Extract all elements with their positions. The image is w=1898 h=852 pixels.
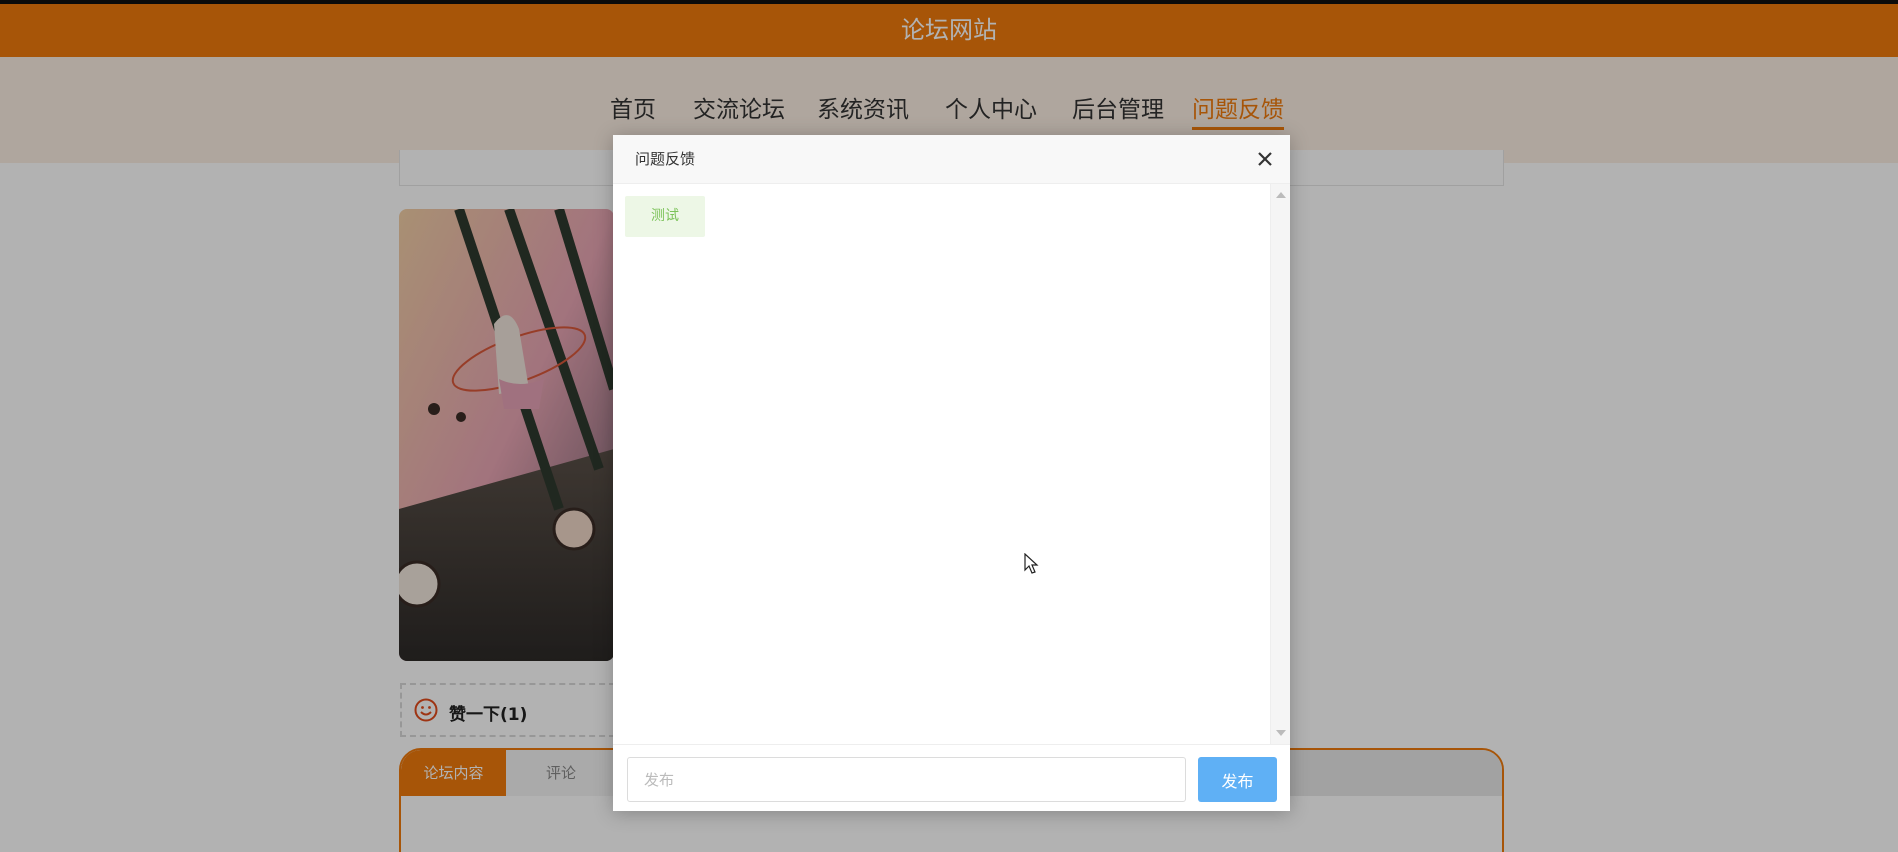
scroll-down-arrow-icon[interactable]: [1276, 730, 1286, 736]
message-list: 测试: [613, 184, 1270, 744]
message-input[interactable]: [627, 757, 1186, 802]
dialog-header: 问题反馈: [613, 135, 1290, 184]
send-button[interactable]: 发布: [1198, 757, 1277, 802]
message-bubble: 测试: [625, 196, 705, 237]
scroll-up-arrow-icon[interactable]: [1276, 192, 1286, 198]
dialog-title: 问题反馈: [635, 150, 696, 168]
mouse-cursor-icon: [1024, 553, 1039, 574]
dialog-footer: 发布: [613, 744, 1290, 811]
close-icon[interactable]: [1254, 148, 1276, 170]
feedback-dialog: 问题反馈 测试 发布: [613, 135, 1290, 811]
message-scrollbar[interactable]: [1270, 184, 1290, 744]
